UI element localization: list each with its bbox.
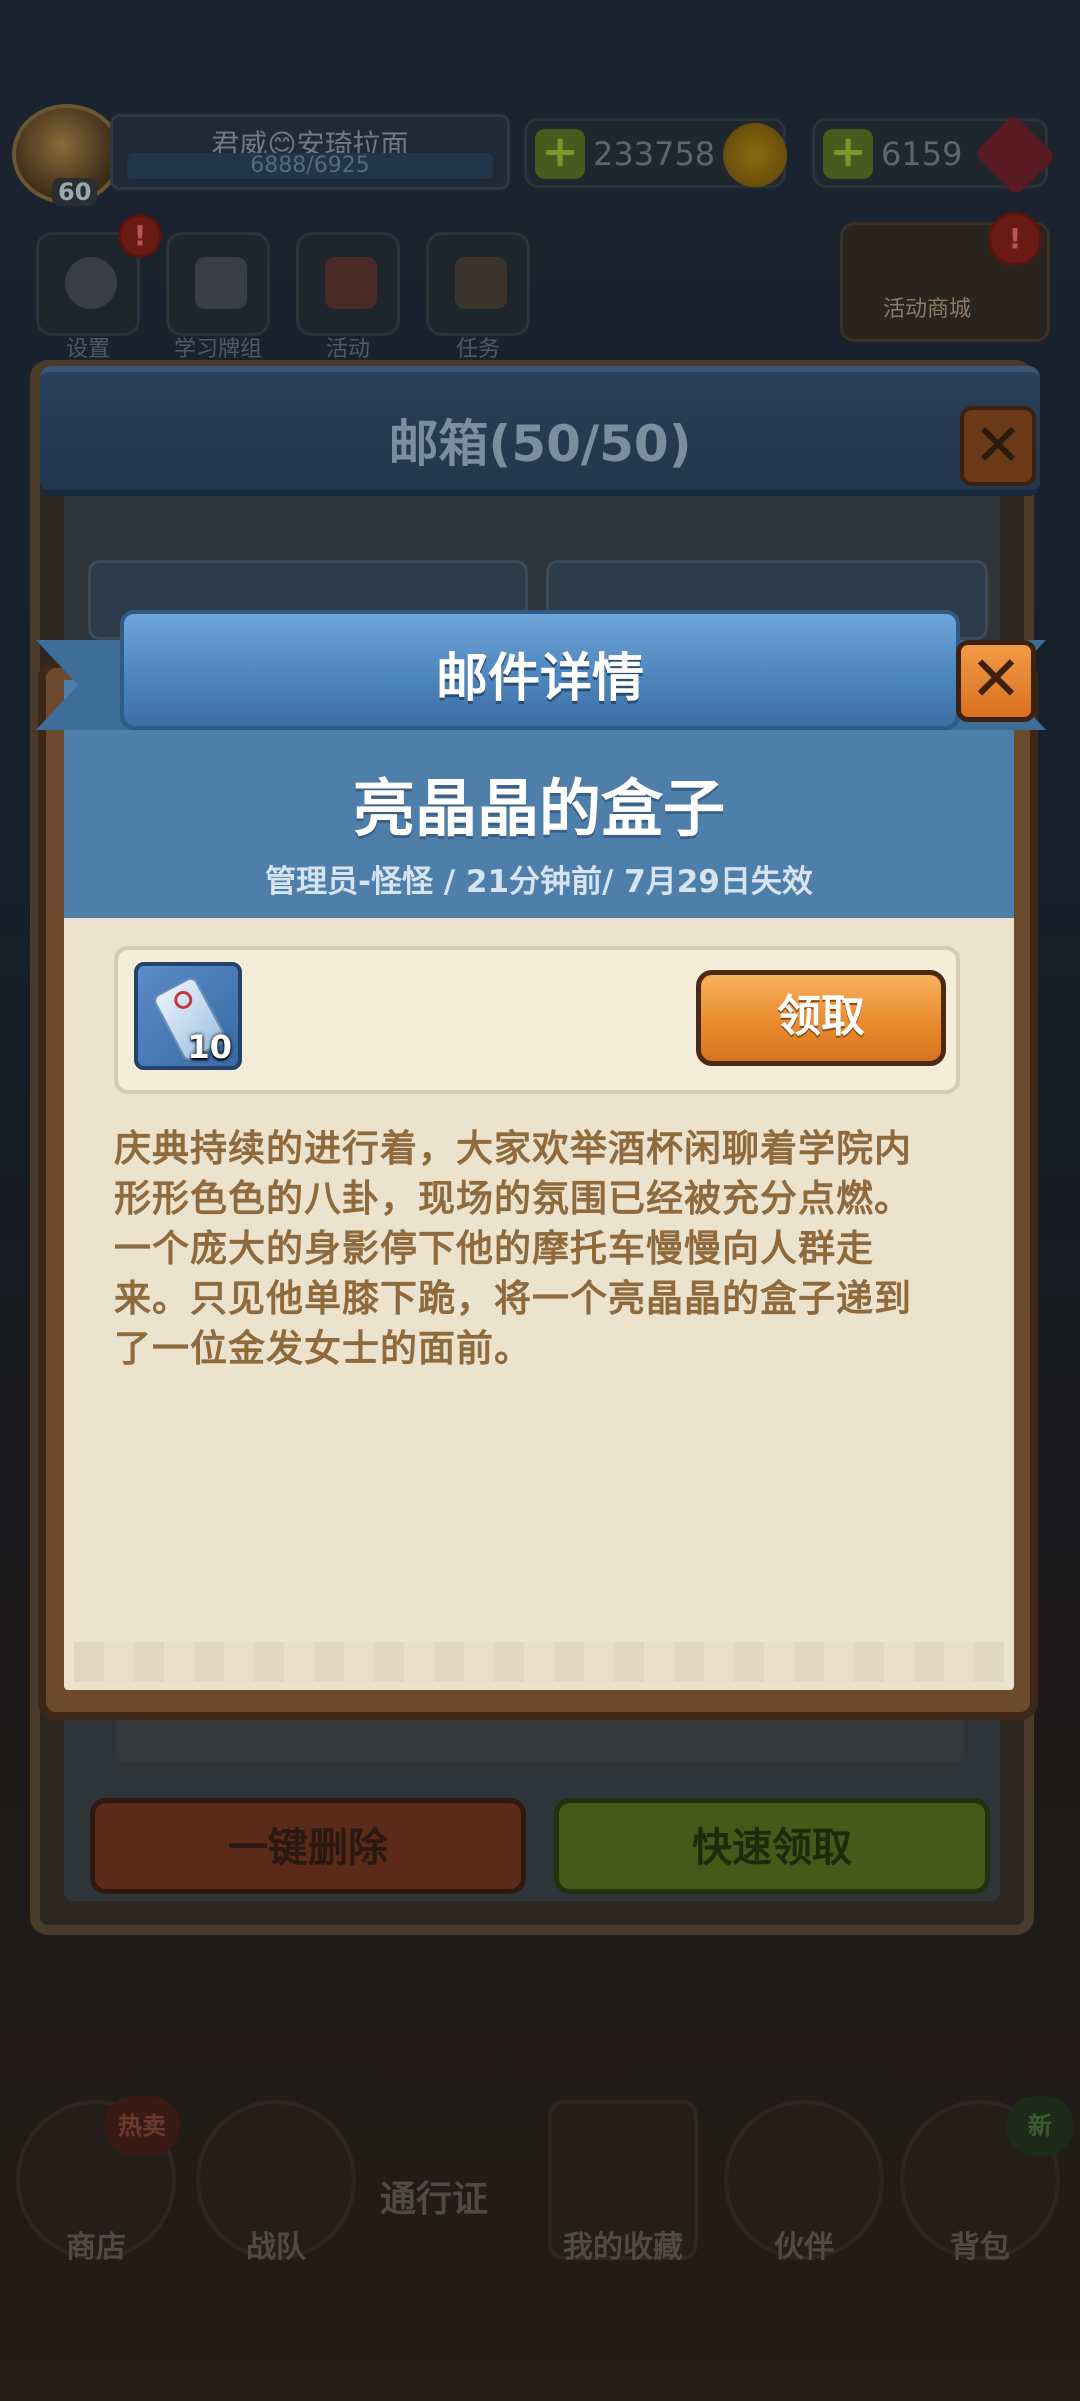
- events-button[interactable]: 活动: [296, 232, 400, 362]
- coin-icon: [723, 123, 787, 187]
- top-status-bar: 60 君威😊安琦拉面 6888/6925 + 233758 + 6159: [0, 100, 1080, 210]
- item-quantity: 10: [187, 1028, 232, 1066]
- bottom-nav: 商店 热卖 战队 通行证 我的收藏 伙伴 背包 新: [0, 2060, 1080, 2300]
- claim-button[interactable]: 领取: [696, 970, 946, 1066]
- ticket-item-icon[interactable]: 10: [134, 962, 242, 1070]
- study-deck-label: 学习牌组: [173, 337, 262, 362]
- mailbox-close-icon[interactable]: ✕: [960, 406, 1036, 486]
- nav-partner-label: 伙伴: [774, 2230, 834, 2265]
- settings-label: 设置: [65, 337, 110, 362]
- add-gems-button[interactable]: +: [823, 129, 873, 179]
- player-info: 君威😊安琦拉面 6888/6925: [110, 114, 510, 190]
- gem-value: 6159: [881, 135, 963, 173]
- coin-value: 233758: [593, 135, 716, 173]
- nav-shop-label: 商店: [66, 2230, 126, 2265]
- gear-icon: [65, 257, 117, 309]
- nav-collection-label: 我的收藏: [563, 2230, 683, 2265]
- nav-partner[interactable]: 伙伴: [724, 2100, 884, 2265]
- gem-counter: + 6159: [812, 113, 1057, 197]
- attachment-row: 10 领取: [114, 946, 960, 1094]
- add-coins-button[interactable]: +: [535, 129, 585, 179]
- tasks-button[interactable]: 任务: [426, 232, 530, 362]
- tv-icon: [195, 257, 247, 309]
- mail-body-text: 庆典持续的进行着，大家欢举酒杯闲聊着学院内形形色色的八卦，现场的氛围已经被充分点…: [114, 1127, 912, 1370]
- tasks-label: 任务: [455, 337, 500, 362]
- gem-icon: [973, 113, 1057, 197]
- close-icon[interactable]: ✕: [956, 640, 1036, 722]
- mail-list-item[interactable]: [116, 1715, 964, 1763]
- mail-detail-title: 邮件详情: [435, 649, 644, 709]
- study-deck-button[interactable]: 学习牌组: [166, 232, 270, 362]
- events-label: 活动: [325, 337, 370, 362]
- mail-subject: 亮晶晶的盒子: [352, 772, 725, 845]
- new-badge: 新: [1006, 2096, 1074, 2156]
- scroll-icon: [455, 257, 507, 309]
- mail-meta: 管理员-怪怪 / 21分钟前/ 7月29日失效: [265, 864, 813, 900]
- nav-team-label: 战队: [246, 2230, 306, 2265]
- player-avatar[interactable]: 60: [12, 104, 122, 206]
- mailbox-title: 邮箱(50/50): [388, 415, 692, 473]
- player-level: 60: [52, 178, 98, 206]
- nav-collection[interactable]: 我的收藏: [548, 2100, 698, 2265]
- settings-alert-badge: !: [118, 214, 162, 258]
- quick-claim-button[interactable]: 快速领取: [554, 1798, 990, 1894]
- event-shop-alert-badge: !: [988, 212, 1042, 266]
- nav-bag-label: 背包: [950, 2230, 1010, 2265]
- event-shop-label: 活动商城: [883, 297, 972, 322]
- delete-all-button[interactable]: 一键删除: [90, 1798, 526, 1894]
- top-icon-row: 设置 ! 学习牌组 活动 任务: [36, 214, 576, 362]
- gift-icon: [325, 257, 377, 309]
- nav-team[interactable]: 战队: [196, 2100, 356, 2265]
- nav-pass-label: 通行证: [380, 2179, 489, 2220]
- exp-bar: 6888/6925: [127, 153, 493, 179]
- coin-counter: + 233758: [524, 118, 787, 188]
- hot-sale-badge: 热卖: [104, 2096, 180, 2156]
